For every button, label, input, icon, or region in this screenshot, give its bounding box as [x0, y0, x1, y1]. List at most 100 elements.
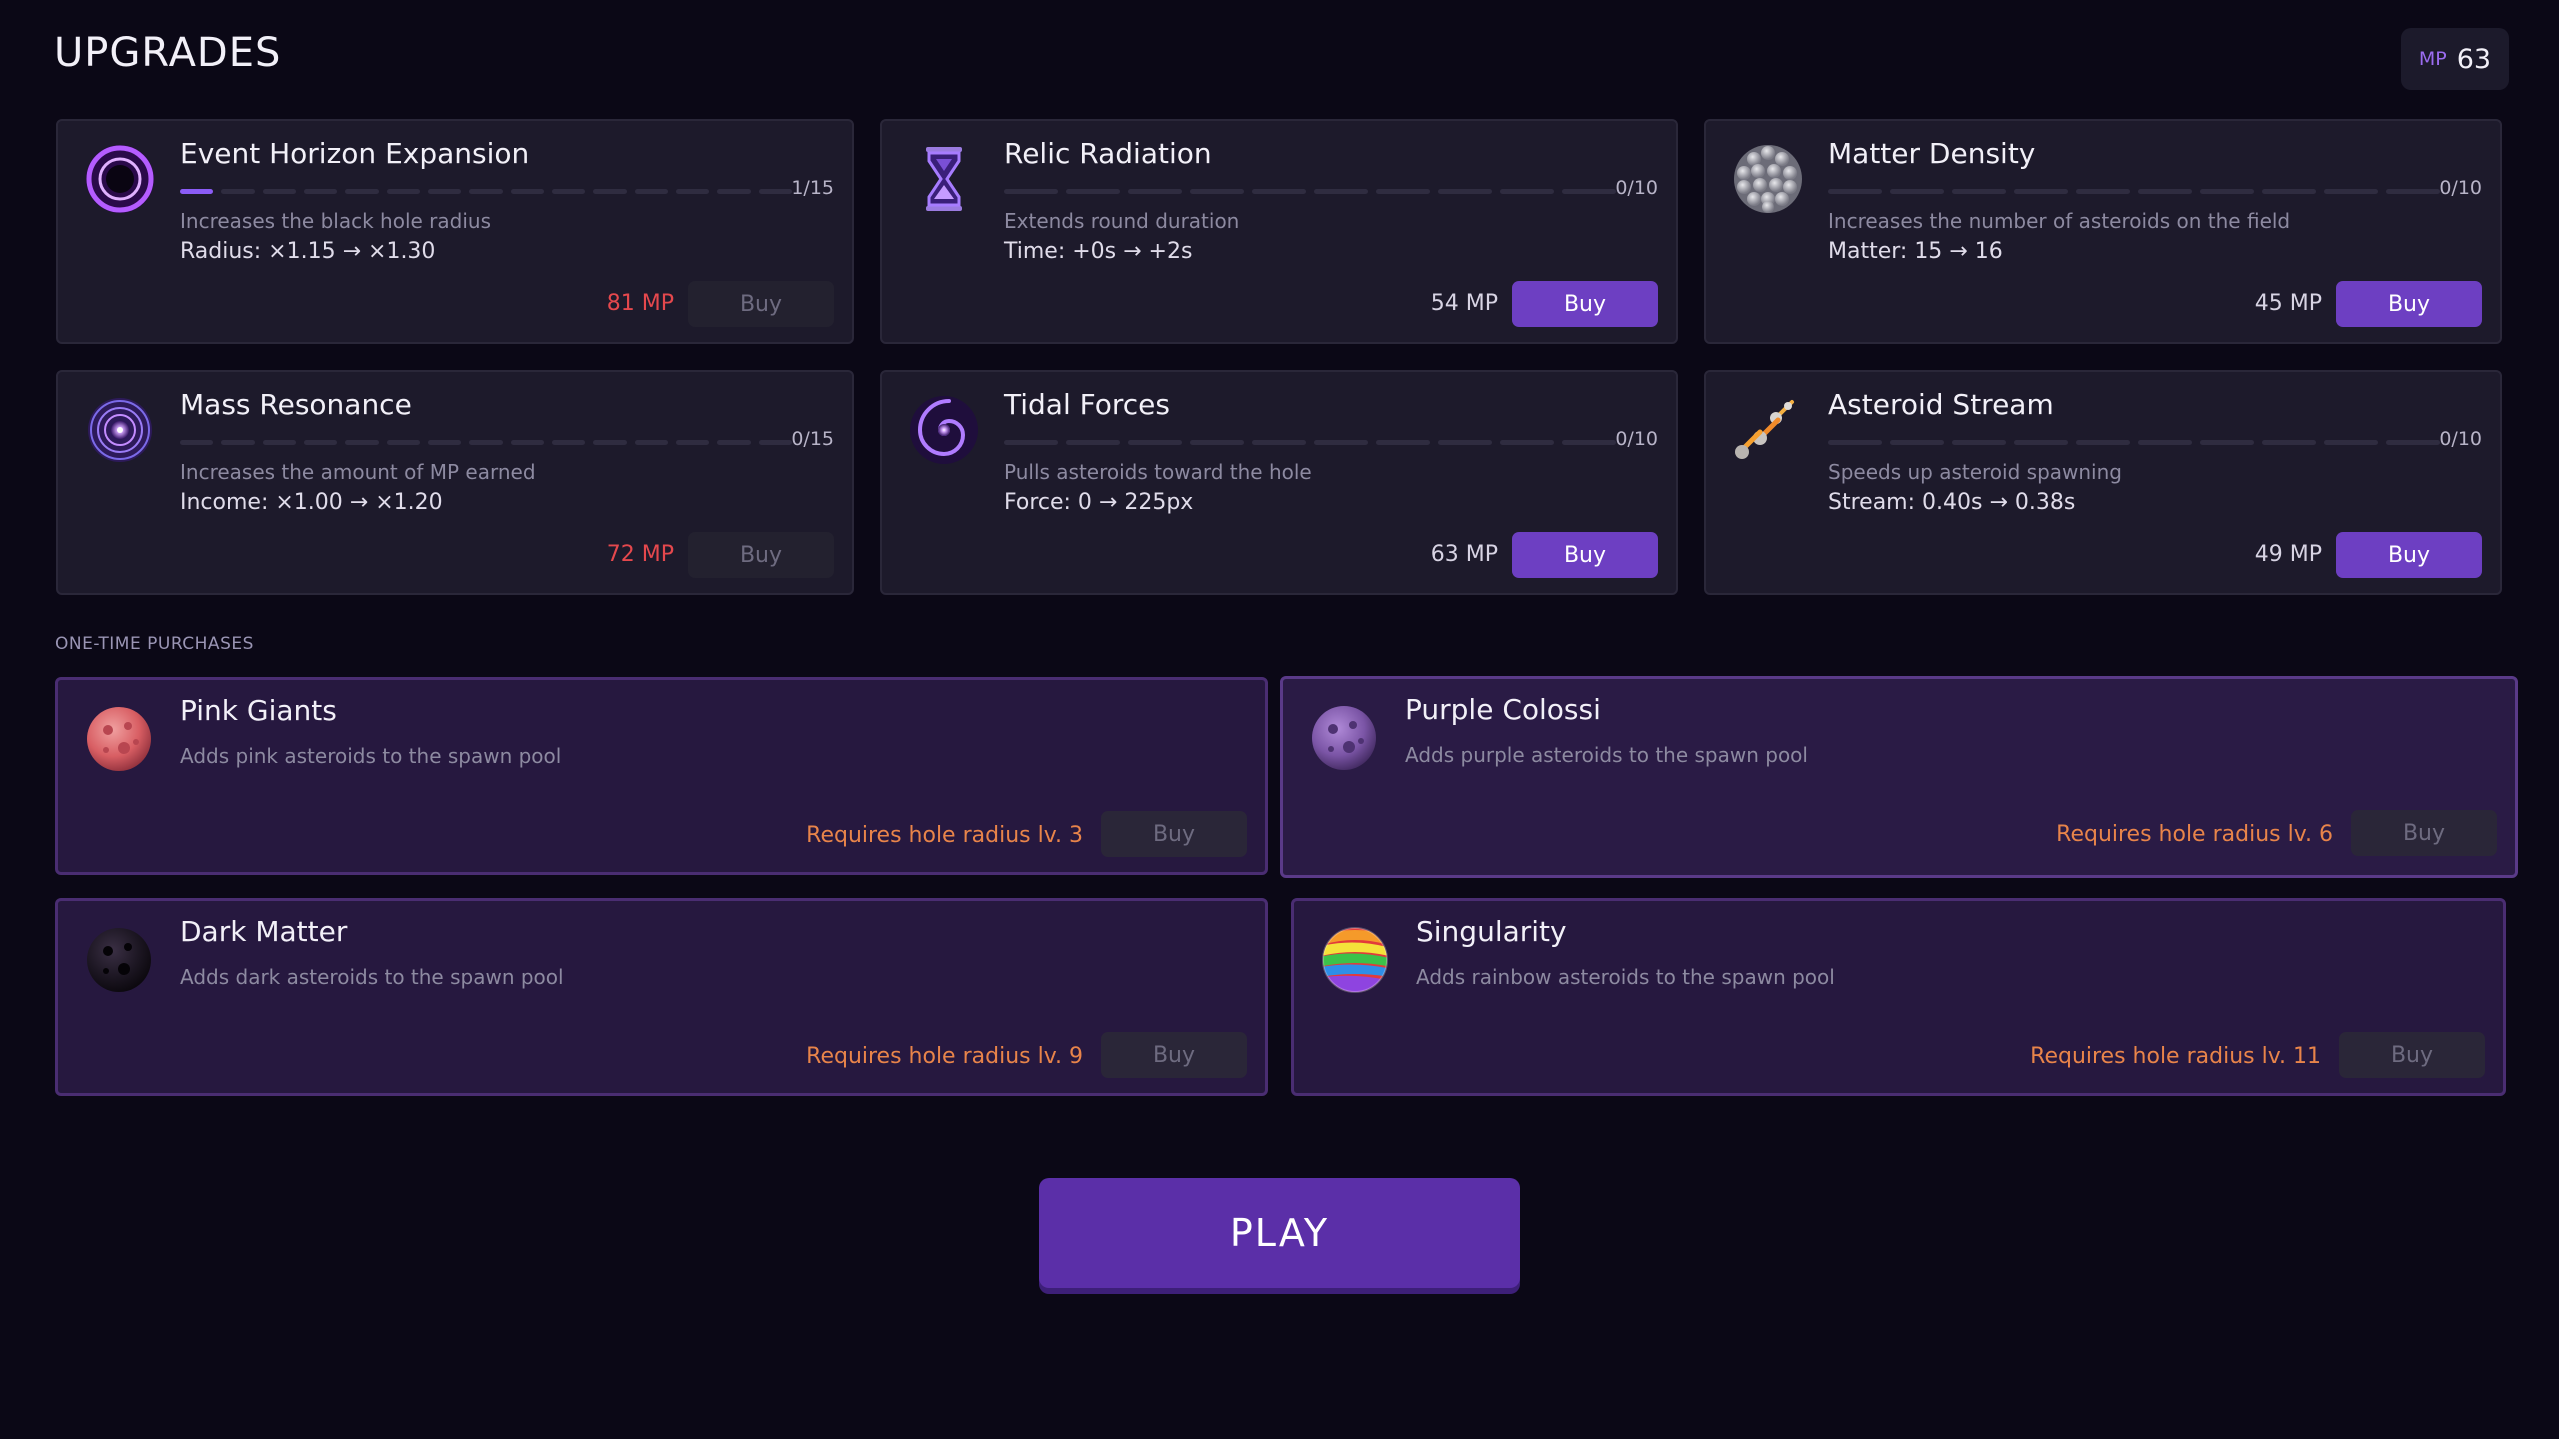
progress-segment [2262, 189, 2316, 194]
rainbow-asteroid-icon [1320, 925, 1390, 995]
one-time-description: Adds purple asteroids to the spawn pool [1405, 743, 1808, 767]
progress-segment [469, 440, 503, 445]
progress-segment [2324, 440, 2378, 445]
progress-segment [675, 189, 710, 194]
progress-segment [758, 440, 792, 445]
buy-button[interactable]: Buy [2351, 810, 2497, 856]
progress-segment [1376, 189, 1430, 194]
upgrade-card-tidal-forces: Tidal Forces 0/10 Pulls asteroids toward… [880, 370, 1678, 595]
buy-button[interactable]: Buy [2336, 281, 2482, 327]
progress-segment [1438, 189, 1492, 194]
upgrade-description: Extends round duration [1004, 209, 1240, 233]
progress-segment [1890, 189, 1944, 194]
progress-segment [1190, 189, 1244, 194]
progress-segment [2076, 440, 2130, 445]
buy-button[interactable]: Buy [688, 532, 834, 578]
upgrade-progress-bar [1828, 189, 2440, 194]
progress-segment [180, 189, 214, 194]
progress-segment [634, 189, 668, 194]
progress-segment [345, 440, 379, 445]
upgrade-title: Asteroid Stream [1828, 388, 2054, 421]
upgrade-card-event-horizon-expansion: Event Horizon Expansion 1/15 Increases t… [56, 119, 854, 344]
progress-segment [221, 440, 255, 445]
one-time-title: Singularity [1416, 915, 1567, 948]
one-time-description: Adds pink asteroids to the spawn pool [180, 744, 562, 768]
progress-segment [1952, 189, 2006, 194]
progress-segment [593, 189, 627, 194]
progress-segment [2014, 440, 2068, 445]
progress-segment [1890, 440, 1944, 445]
progress-segment [1952, 440, 2006, 445]
progress-segment [2262, 440, 2316, 445]
progress-segment [2076, 189, 2130, 194]
progress-segment [1252, 440, 1306, 445]
upgrade-progress-bar [1004, 440, 1616, 445]
upgrade-title: Tidal Forces [1004, 388, 1170, 421]
upgrade-progress-bar [1828, 440, 2440, 445]
progress-segment [345, 189, 379, 194]
upgrade-stat: Matter: 15 → 16 [1828, 239, 2003, 264]
mp-balance-badge: MP 63 [2401, 28, 2509, 90]
upgrade-description: Increases the amount of MP earned [180, 460, 536, 484]
upgrade-description: Pulls asteroids toward the hole [1004, 460, 1312, 484]
upgrade-price: 81 MP [606, 291, 674, 316]
buy-button[interactable]: Buy [2336, 532, 2482, 578]
progress-segment [427, 440, 462, 445]
section-label-one-time: ONE-TIME PURCHASES [55, 634, 254, 654]
hourglass-icon [906, 141, 982, 217]
buy-button[interactable]: Buy [1512, 281, 1658, 327]
progress-segment [1252, 189, 1306, 194]
upgrade-level-count: 0/15 [791, 428, 834, 450]
progress-segment [303, 189, 338, 194]
buy-button[interactable]: Buy [1101, 1032, 1247, 1078]
upgrades-grid: Event Horizon Expansion 1/15 Increases t… [56, 119, 2502, 595]
purple-asteroid-icon [1309, 703, 1379, 773]
upgrade-progress-bar [180, 189, 792, 194]
progress-segment [1314, 440, 1368, 445]
upgrade-level-count: 1/15 [791, 177, 834, 199]
play-button[interactable]: PLAY [1039, 1178, 1520, 1288]
resonance-orb-icon [82, 392, 158, 468]
progress-segment [1828, 189, 1882, 194]
progress-segment [717, 189, 751, 194]
asteroid-cluster-icon [1730, 141, 1806, 217]
progress-segment [1128, 189, 1182, 194]
one-time-card-dark-matter: Dark Matter Adds dark asteroids to the s… [55, 898, 1268, 1096]
progress-segment [1314, 189, 1368, 194]
progress-segment [180, 440, 214, 445]
progress-segment [1376, 440, 1430, 445]
requirement-text: Requires hole radius lv. 6 [2056, 822, 2333, 847]
progress-segment [1500, 189, 1554, 194]
progress-segment [1828, 440, 1882, 445]
one-time-description: Adds rainbow asteroids to the spawn pool [1416, 965, 1835, 989]
progress-segment [303, 440, 338, 445]
buy-button[interactable]: Buy [688, 281, 834, 327]
progress-segment [1500, 440, 1554, 445]
progress-segment [386, 189, 420, 194]
upgrade-card-relic-radiation: Relic Radiation 0/10 Extends round durat… [880, 119, 1678, 344]
upgrade-progress-bar [1004, 189, 1616, 194]
page-title: UPGRADES [54, 30, 282, 76]
black-hole-ring-icon [82, 141, 158, 217]
progress-segment [2386, 189, 2440, 194]
buy-button[interactable]: Buy [1101, 811, 1247, 857]
progress-segment [427, 189, 462, 194]
buy-button[interactable]: Buy [2339, 1032, 2485, 1078]
progress-segment [2200, 189, 2254, 194]
progress-segment [1066, 189, 1120, 194]
requirement-text: Requires hole radius lv. 9 [806, 1044, 1083, 1069]
dark-asteroid-icon [84, 925, 154, 995]
upgrade-progress-bar [180, 440, 792, 445]
one-time-card-purple-colossi: Purple Colossi Adds purple asteroids to … [1280, 676, 2518, 878]
progress-segment [2138, 440, 2192, 445]
one-time-title: Dark Matter [180, 915, 348, 948]
buy-button[interactable]: Buy [1512, 532, 1658, 578]
progress-segment [1066, 440, 1120, 445]
upgrade-price: 45 MP [2254, 291, 2322, 316]
progress-segment [386, 440, 420, 445]
progress-segment [758, 189, 792, 194]
progress-segment [1562, 189, 1616, 194]
upgrade-title: Event Horizon Expansion [180, 137, 530, 170]
spiral-galaxy-icon [906, 392, 982, 468]
one-time-card-pink-giants: Pink Giants Adds pink asteroids to the s… [55, 677, 1268, 875]
